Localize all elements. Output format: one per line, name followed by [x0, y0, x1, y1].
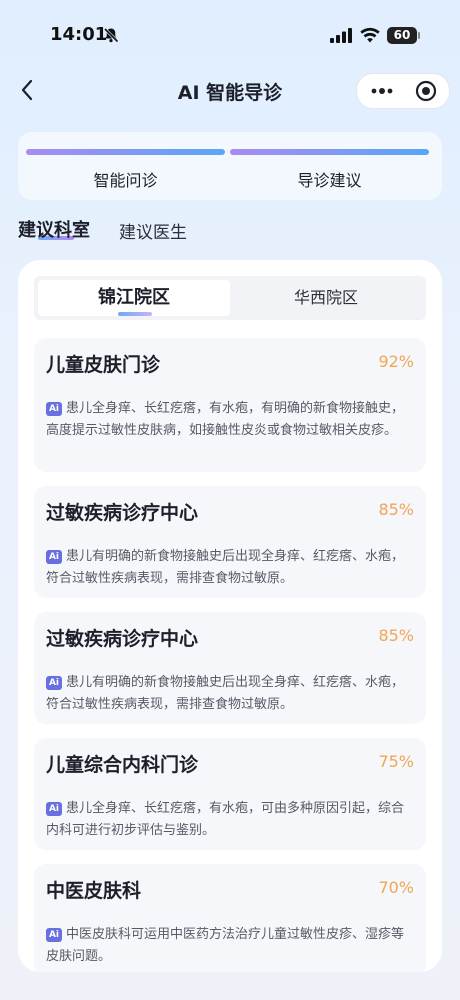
ai-icon: Ai [46, 928, 62, 942]
progress-steps: 智能问诊 导诊建议 [18, 132, 442, 200]
step-label: 导诊建议 [297, 171, 362, 190]
campus-tab-huaxi[interactable]: 华西院区 [230, 280, 422, 316]
step-consultation[interactable]: 智能问诊 [26, 132, 225, 200]
department-name: 中医皮肤科 [46, 880, 142, 902]
department-name: 过敏疾病诊疗中心 [46, 502, 199, 524]
signal-icon [330, 28, 352, 43]
ai-icon: Ai [46, 802, 62, 816]
department-card[interactable]: 儿童综合内科门诊 75% Ai 患儿全身痒、长红疙瘩，有水疱，可由多种原因引起，综… [34, 738, 426, 850]
department-panel: 锦江院区 华西院区 儿童皮肤门诊 92% Ai 患儿全身痒、长红疙瘩，有水疱，有明… [18, 260, 442, 972]
match-score: 70% [378, 878, 414, 897]
department-card[interactable]: 中医皮肤科 70% Ai 中医皮肤科可运用中医药方法治疗儿童过敏性皮疹、湿疹等皮肤… [34, 864, 426, 972]
department-reason: Ai 中医皮肤科可运用中医药方法治疗儿童过敏性皮疹、湿疹等皮肤问题。 [46, 924, 412, 968]
department-name: 儿童皮肤门诊 [46, 354, 161, 376]
match-score: 92% [378, 352, 414, 371]
department-name: 过敏疾病诊疗中心 [46, 628, 199, 650]
bell-muted-icon [103, 27, 119, 43]
step-guidance[interactable]: 导诊建议 [230, 132, 429, 200]
step-progress-bar [230, 149, 429, 155]
ai-icon: Ai [46, 550, 62, 564]
status-bar: 14:01 60 [0, 0, 460, 70]
department-reason: Ai 患儿全身痒、长红疙瘩，有水疱，有明确的新食物接触史，高度提示过敏性皮肤病，如… [46, 398, 412, 442]
battery-cap [418, 32, 420, 39]
campus-switch: 锦江院区 华西院区 [34, 276, 426, 320]
tab-doctor[interactable]: 建议医生 [119, 218, 187, 243]
department-list: 儿童皮肤门诊 92% Ai 患儿全身痒、长红疙瘩，有水疱，有明确的新食物接触史，高… [34, 338, 426, 972]
nav-bar: AI 智能导诊 [0, 70, 460, 110]
step-progress-bar [26, 149, 225, 155]
match-score: 85% [378, 626, 414, 645]
ai-icon: Ai [46, 402, 62, 416]
status-time: 14:01 [50, 24, 108, 45]
reason-text: 患儿全身痒、长红疙瘩，有水疱，有明确的新食物接触史，高度提示过敏性皮肤病，如接触… [46, 401, 405, 438]
reason-text: 患儿有明确的新食物接触史后出现全身痒、红疙瘩、水疱，符合过敏性疾病表现，需排查食… [46, 675, 405, 712]
mini-program-capsule [356, 73, 450, 109]
reason-text: 中医皮肤科可运用中医药方法治疗儿童过敏性皮疹、湿疹等皮肤问题。 [46, 927, 405, 964]
reason-text: 患儿全身痒、长红疙瘩，有水疱，可由多种原因引起，综合内科可进行初步评估与鉴别。 [46, 801, 405, 838]
department-name: 儿童综合内科门诊 [46, 754, 199, 776]
reason-text: 患儿有明确的新食物接触史后出现全身痒、红疙瘩、水疱，符合过敏性疾病表现，需排查食… [46, 549, 405, 586]
match-score: 75% [378, 752, 414, 771]
department-card[interactable]: 过敏疾病诊疗中心 85% Ai 患儿有明确的新食物接触史后出现全身痒、红疙瘩、水疱… [34, 486, 426, 598]
department-reason: Ai 患儿全身痒、长红疙瘩，有水疱，可由多种原因引起，综合内科可进行初步评估与鉴别… [46, 798, 412, 842]
step-label: 智能问诊 [93, 171, 158, 190]
department-card[interactable]: 过敏疾病诊疗中心 85% Ai 患儿有明确的新食物接触史后出现全身痒、红疙瘩、水疱… [34, 612, 426, 724]
campus-tab-jinjiang[interactable]: 锦江院区 [38, 280, 230, 316]
department-card[interactable]: 儿童皮肤门诊 92% Ai 患儿全身痒、长红疙瘩，有水疱，有明确的新食物接触史，高… [34, 338, 426, 472]
tab-department[interactable]: 建议科室 [18, 216, 90, 242]
match-score: 85% [378, 500, 414, 519]
close-target-icon[interactable] [415, 80, 437, 102]
campus-underline [118, 312, 152, 316]
department-reason: Ai 患儿有明确的新食物接触史后出现全身痒、红疙瘩、水疱，符合过敏性疾病表现，需排… [46, 672, 412, 716]
ai-icon: Ai [46, 676, 62, 690]
tab-label: 建议科室 [18, 220, 90, 241]
more-icon[interactable] [369, 83, 395, 99]
wifi-icon [360, 27, 380, 43]
department-reason: Ai 患儿有明确的新食物接触史后出现全身痒、红疙瘩、水疱，符合过敏性疾病表现，需排… [46, 546, 412, 590]
campus-label: 锦江院区 [98, 287, 170, 308]
battery-indicator: 60 [387, 27, 417, 44]
